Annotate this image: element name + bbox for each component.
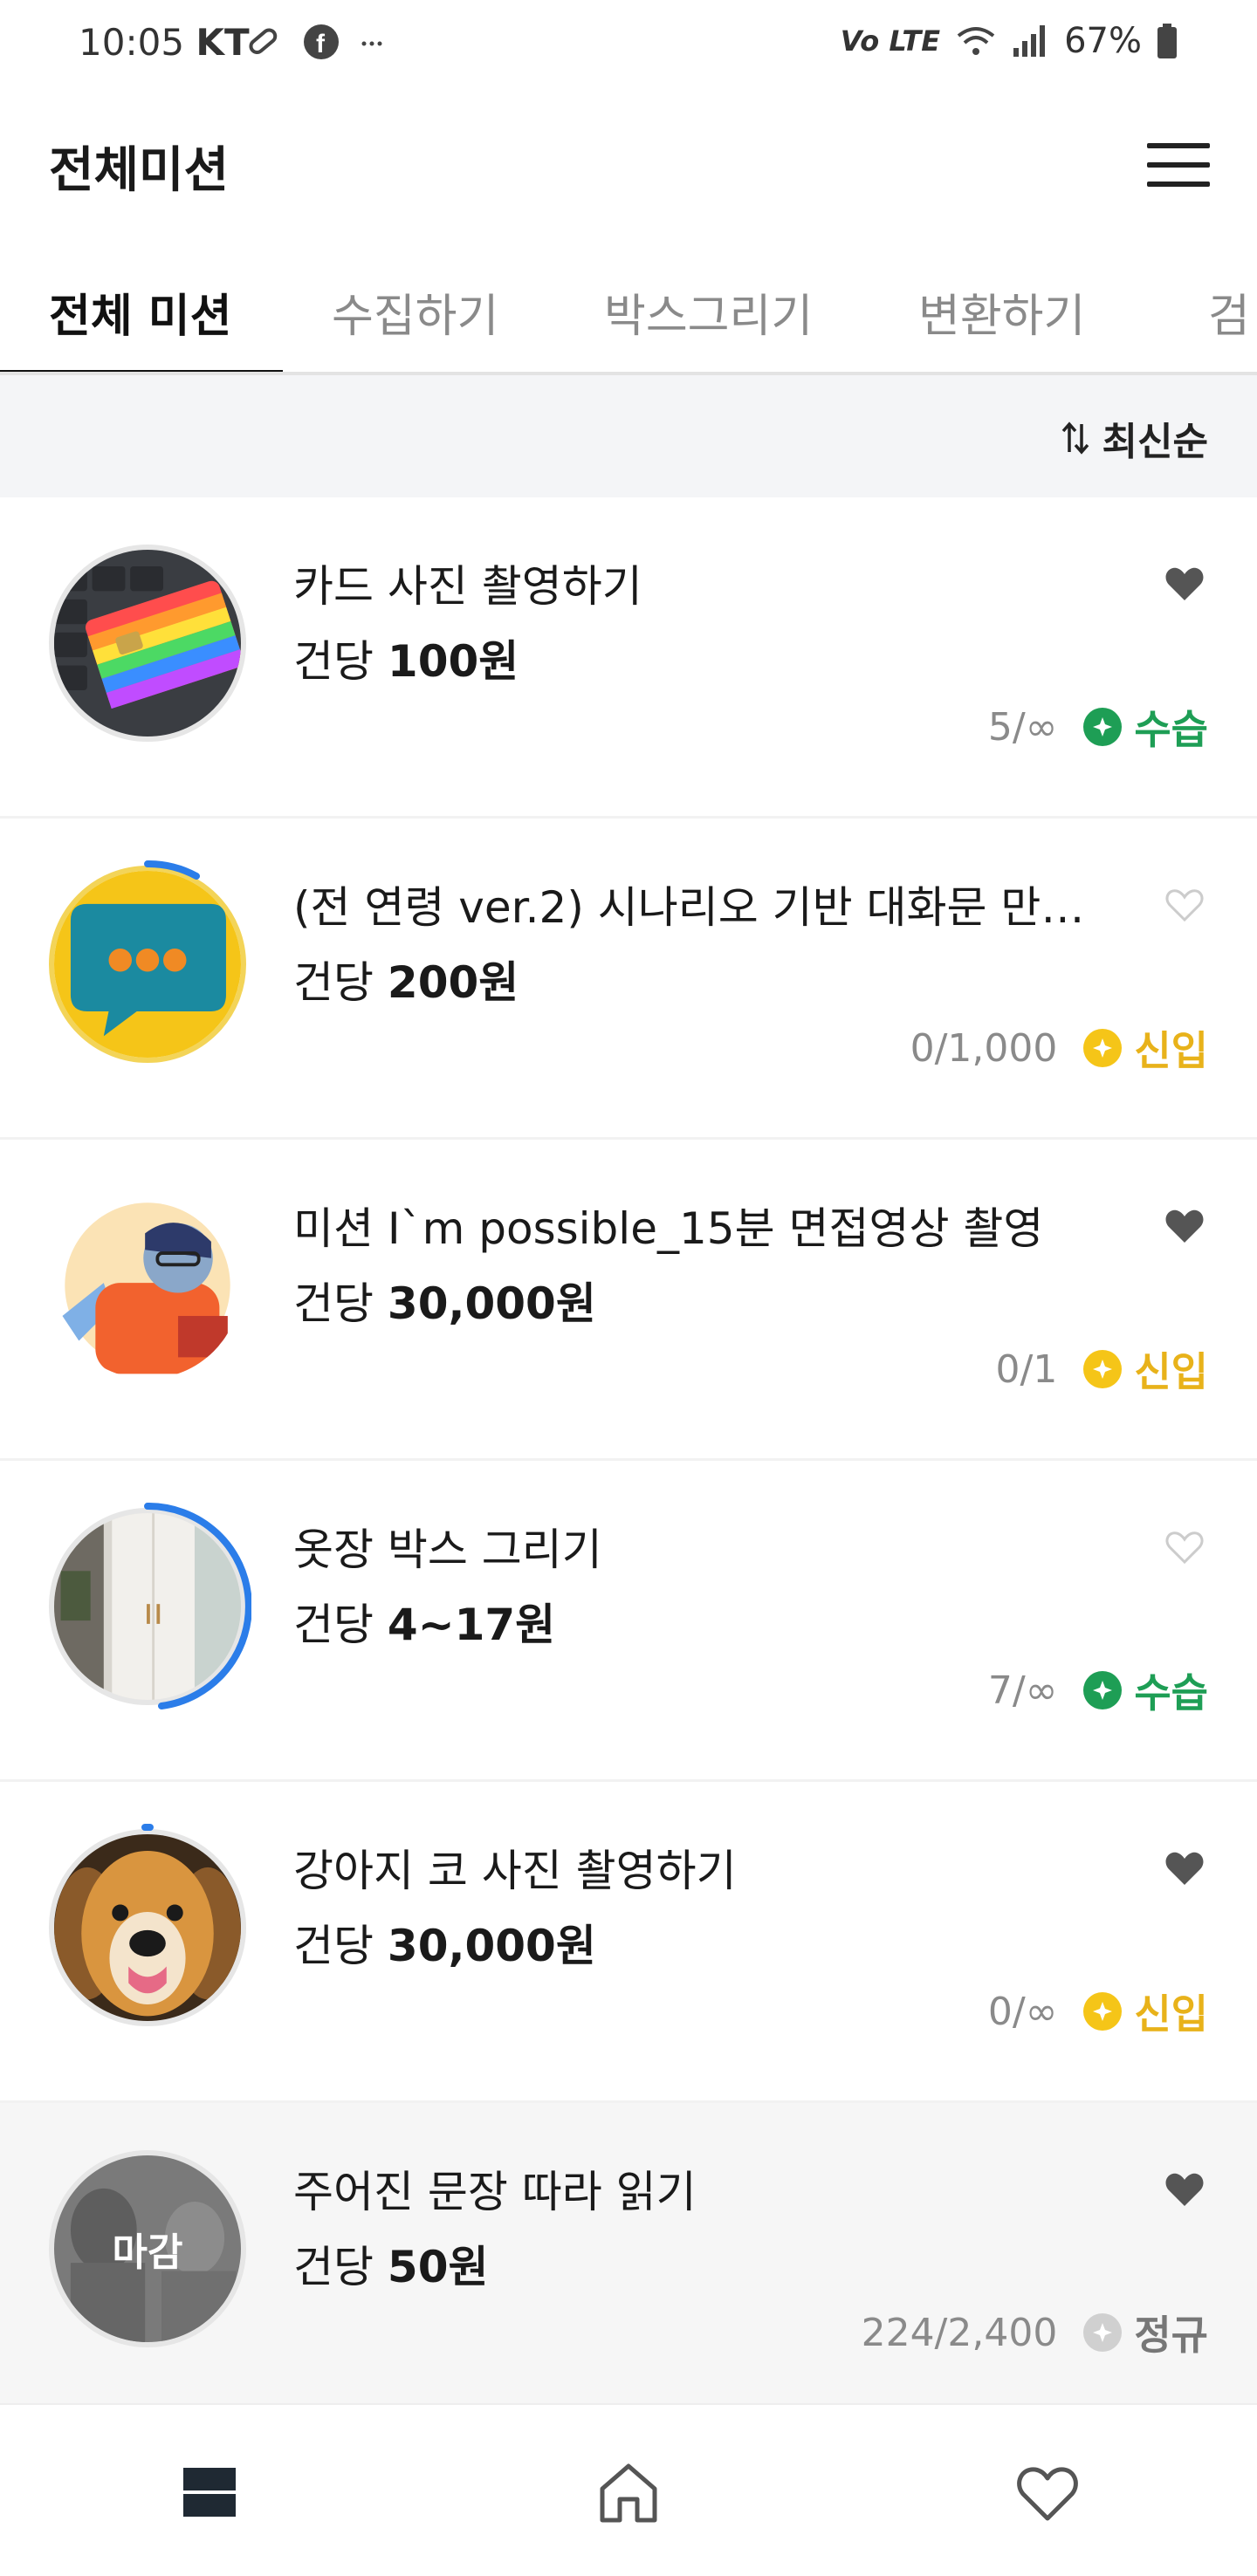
tab-bar: 전체 미션 수집하기 박스그리기 변환하기 검 (0, 262, 1257, 375)
sort-bar: 최신순 (0, 375, 1257, 497)
mission-title: 카드 사진 촬영하기 (293, 561, 642, 612)
mission-thumbnail: 마감 (49, 2150, 246, 2347)
mission-count: 5/∞ (987, 704, 1058, 750)
tab-box-drawing[interactable]: 박스그리기 (604, 279, 813, 345)
mission-count: 0/1,000 (910, 1025, 1058, 1071)
sort-button[interactable]: 최신순 (1061, 410, 1208, 466)
mission-meta: 224/2,400 정규 (862, 2304, 1208, 2361)
tab-all-missions[interactable]: 전체 미션 (49, 279, 231, 345)
mission-price: 건당 30,000원 (293, 1278, 596, 1329)
app-header: 전체미션 (0, 113, 1257, 218)
tab-convert[interactable]: 변환하기 (918, 279, 1085, 345)
card-thumbnail-image (54, 550, 241, 736)
mission-price: 건당 100원 (293, 636, 519, 687)
person-thumbnail-image (54, 1192, 241, 1379)
volte-icon: Vo LTE (840, 24, 941, 58)
level-badge: 신입 (1083, 1340, 1208, 1398)
level-badge-icon (1083, 708, 1123, 746)
system-icons: Vo LTE 67% (841, 21, 1178, 61)
favorite-outline-icon[interactable] (1164, 887, 1205, 923)
mission-meta: 7/∞ 수습 (988, 1661, 1208, 1719)
mission-price: 건당 50원 (293, 2242, 489, 2292)
mission-item[interactable]: 미션 I`m possible_15분 면접영상 촬영 건당 30,000원 0… (0, 1140, 1257, 1461)
mission-price: 건당 30,000원 (293, 1921, 596, 1971)
mission-title: 미션 I`m possible_15분 면접영상 촬영 (293, 1203, 1044, 1254)
mission-meta: 5/∞ 수습 (988, 698, 1208, 756)
wifi-icon (957, 27, 995, 55)
battery-icon (1157, 24, 1177, 58)
level-badge-icon (1083, 1992, 1123, 2031)
level-badge: 정규 (1083, 2304, 1208, 2361)
mission-count: 0/∞ (987, 1989, 1058, 2034)
level-badge: 수습 (1083, 698, 1208, 756)
level-badge-icon (1083, 2313, 1123, 2352)
mission-title: 강아지 코 사진 촬영하기 (293, 1846, 737, 1896)
favorite-filled-icon[interactable] (1164, 565, 1205, 602)
level-badge: 신입 (1083, 1983, 1208, 2040)
mission-thumbnail (49, 1187, 246, 1384)
level-badge: 신입 (1083, 1019, 1208, 1077)
progress-ring (141, 1824, 154, 1831)
mission-count: 7/∞ (987, 1668, 1058, 1713)
signal-icon (1013, 25, 1046, 57)
heart-icon[interactable] (1013, 2457, 1082, 2527)
facebook-icon: f (304, 24, 339, 59)
svg-text:f: f (316, 30, 326, 58)
clock: 10:05 (79, 21, 185, 64)
mission-price: 건당 200원 (293, 957, 519, 1008)
mission-item[interactable]: 마감 주어진 문장 따라 읽기 건당 50원 224/2,400 정규 (0, 2103, 1257, 2424)
mission-meta: 0/1 신입 (996, 1340, 1208, 1398)
status-time: 10:05 KT (79, 21, 250, 64)
mission-meta: 0/∞ 신입 (988, 1983, 1208, 2040)
battery-percent: 67% (1064, 21, 1142, 61)
more-dots-icon (361, 41, 382, 46)
mission-item[interactable]: (전 연령 ver.2) 시나리오 기반 대화문 만… 건당 200원 0/1,… (0, 819, 1257, 1140)
mission-list: 카드 사진 촬영하기 건당 100원 5/∞ 수습 (전 연령 ver.2) 시… (0, 497, 1257, 2424)
closed-label: 마감 (112, 2230, 183, 2275)
level-badge-icon (1083, 1029, 1123, 1067)
mission-title: 옷장 박스 그리기 (293, 1524, 602, 1575)
tab-inspect[interactable]: 검 (1208, 279, 1250, 345)
list-icon[interactable] (175, 2457, 244, 2527)
mission-count: 0/1 (995, 1346, 1058, 1392)
sort-label: 최신순 (1102, 420, 1208, 464)
home-icon[interactable] (594, 2457, 663, 2527)
carrier: KT (196, 21, 250, 64)
level-badge: 수습 (1083, 1661, 1208, 1719)
mission-title: 주어진 문장 따라 읽기 (293, 2167, 697, 2217)
favorite-filled-icon[interactable] (1164, 1208, 1205, 1244)
pill-icon (249, 28, 278, 55)
mission-item[interactable]: 카드 사진 촬영하기 건당 100원 5/∞ 수습 (0, 497, 1257, 819)
mission-item[interactable]: 강아지 코 사진 촬영하기 건당 30,000원 0/∞ 신입 (0, 1782, 1257, 2103)
status-bar: 10:05 KT f Vo LTE 67% (0, 0, 1257, 87)
favorite-outline-icon[interactable] (1164, 1529, 1205, 1565)
tab-collect[interactable]: 수집하기 (332, 279, 498, 345)
mission-meta: 0/1,000 신입 (910, 1019, 1208, 1077)
favorite-filled-icon[interactable] (1164, 2171, 1205, 2208)
menu-icon (1147, 143, 1210, 148)
bottom-navigation (0, 2403, 1257, 2576)
level-badge-icon (1083, 1350, 1123, 1388)
mission-thumbnail (49, 545, 246, 742)
mission-title: (전 연령 ver.2) 시나리오 기반 대화문 만… (293, 882, 1085, 933)
progress-ring (144, 1503, 251, 1709)
mission-count: 224/2,400 (861, 2310, 1058, 2355)
favorite-filled-icon[interactable] (1164, 1850, 1205, 1887)
menu-button[interactable] (1147, 138, 1213, 192)
page-title: 전체미션 (49, 142, 230, 199)
level-badge-icon (1083, 1671, 1123, 1709)
progress-ring (144, 860, 200, 880)
sort-icon (1061, 421, 1089, 455)
notification-icons: f (244, 23, 386, 61)
mission-price: 건당 4~17원 (293, 1600, 556, 1650)
mission-item[interactable]: 옷장 박스 그리기 건당 4~17원 7/∞ 수습 (0, 1461, 1257, 1782)
